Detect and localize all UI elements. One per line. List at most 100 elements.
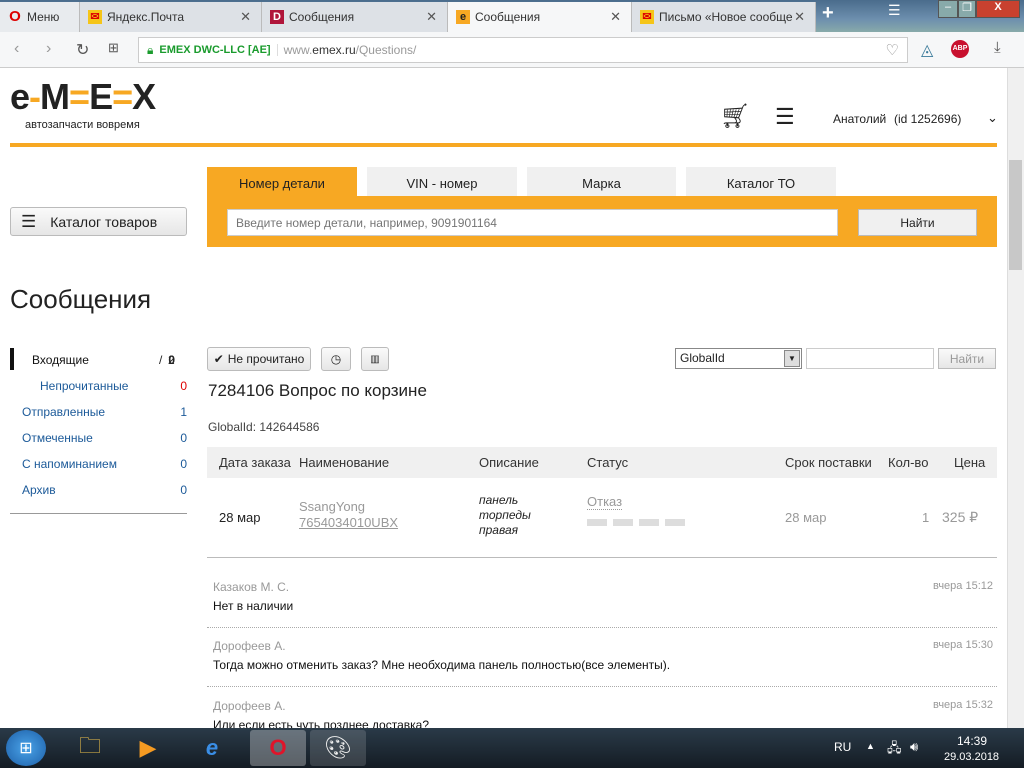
volume-icon[interactable]: 🔊︎ (910, 739, 918, 755)
tray-arrow-icon[interactable]: ▲ (866, 741, 875, 751)
tab-letter[interactable]: ✉ Письмо «Новое сообще ✕ (632, 2, 816, 32)
emex-icon: e (456, 10, 470, 24)
clock-time[interactable]: 14:39 (957, 734, 987, 748)
tab-brand[interactable]: Марка (527, 167, 676, 197)
sidebar-item-inbox[interactable]: Входящие (32, 353, 89, 367)
explorer-icon[interactable]: 🗀 (62, 730, 118, 766)
description-line: панель (479, 493, 519, 507)
search-panel: Найти (207, 196, 997, 247)
message-author: Дорофеев А. (213, 699, 286, 713)
start-button[interactable]: ⊞ (6, 730, 46, 766)
internet-explorer-icon[interactable]: e (184, 730, 240, 766)
part-brand: SsangYong (299, 499, 366, 514)
url-prefix: www. (283, 43, 313, 57)
button-label: Не прочитано (227, 352, 305, 366)
media-player-icon[interactable]: ▶ (120, 730, 176, 766)
close-tab-icon[interactable]: ✕ (426, 9, 437, 25)
close-tab-icon[interactable]: ✕ (794, 9, 805, 25)
network-icon[interactable]: 🖧︎ (887, 739, 902, 761)
language-indicator[interactable]: RU (834, 740, 851, 754)
tab-menu-icon[interactable]: ☰ (888, 2, 901, 19)
message-author: Дорофеев А. (213, 639, 286, 653)
close-tab-icon[interactable]: ✕ (240, 9, 251, 25)
opera-menu-button[interactable]: O Меню (0, 2, 80, 32)
lock-icon: 🔒︎ (147, 42, 154, 57)
sidebar-item-marked[interactable]: Отмеченные (22, 431, 93, 445)
filter-input[interactable] (806, 348, 934, 369)
emex-logo[interactable]: e-M=E=X (10, 79, 156, 115)
user-name[interactable]: Анатолий (833, 112, 886, 126)
tab-messages-active[interactable]: e Сообщения ✕ (448, 2, 632, 32)
tab-messages-1[interactable]: D Сообщения ✕ (262, 2, 448, 32)
catalog-button[interactable]: ☰ Каталог товаров (10, 207, 187, 236)
tab-vin[interactable]: VIN - номер (367, 167, 517, 197)
new-tab-button[interactable]: + (822, 2, 834, 25)
check-icon: ✔ (213, 352, 224, 366)
tab-part-number[interactable]: Номер детали (207, 167, 357, 197)
sidebar-item-unread[interactable]: Непрочитанные (40, 379, 128, 393)
col-description: Описание (479, 455, 539, 470)
sidebar-item-archive[interactable]: Архив (22, 483, 56, 497)
url-field[interactable]: 🔒︎ EMEX DWC-LLC [AE] www. emex.ru/Questio… (138, 37, 908, 63)
part-number-link[interactable]: 7654034010UBX (299, 515, 398, 530)
minimize-button[interactable]: – (938, 0, 958, 18)
adblock-icon[interactable]: ABP (951, 40, 969, 58)
unread-count: 0 (180, 379, 187, 393)
mark-unread-button[interactable]: ✔ Не прочитано (207, 347, 311, 371)
search-button[interactable]: Найти (858, 209, 977, 236)
opera-taskbar-icon[interactable]: O (250, 730, 306, 766)
heart-bookmark-icon[interactable]: ♡ (886, 41, 899, 59)
back-icon[interactable]: ‹ (14, 40, 19, 58)
tab-label: Яндекс.Почта (107, 10, 185, 24)
cart-icon[interactable]: 🛒︎ (720, 102, 750, 131)
message-author: Казаков М. С. (213, 580, 290, 594)
scrollbar-thumb[interactable] (1009, 160, 1022, 270)
logo-tagline: автозапчасти вовремя (25, 119, 140, 131)
chevron-down-icon[interactable]: ⌄ (987, 110, 998, 126)
checklist-icon[interactable]: ☰ (775, 104, 795, 130)
catalog-label: Каталог товаров (50, 213, 158, 230)
col-order-date: Дата заказа (219, 455, 291, 470)
speed-dial-icon[interactable]: ⊞ (108, 40, 119, 56)
sent-count: 1 (180, 405, 187, 419)
archive-icon: ▥ (370, 353, 380, 365)
d-site-icon: D (270, 10, 284, 24)
status-link[interactable]: Отказ (587, 494, 623, 510)
quantity: 1 (922, 510, 930, 525)
archive-button[interactable]: ▥ (361, 347, 389, 371)
reminder-button[interactable]: ◷ (321, 347, 351, 371)
message-text: Или если есть чуть позднее доставка? (213, 718, 429, 728)
sidebar-item-reminder[interactable]: С напоминанием (22, 457, 117, 471)
clock-icon: ◷ (330, 352, 342, 366)
folder-sidebar: Входящие 0 / 2 Непрочитанные 0 Отправлен… (10, 346, 187, 514)
tab-yandex-mail[interactable]: ✉ Яндекс.Почта ✕ (80, 2, 262, 32)
page-title: Сообщения (10, 284, 152, 314)
url-path: /Questions/ (355, 43, 417, 57)
price: 325 ₽ (942, 509, 979, 525)
maximize-button[interactable]: ❐ (958, 0, 976, 18)
url-domain: emex.ru (312, 43, 356, 57)
paint-icon[interactable]: 🎨︎ (310, 730, 366, 766)
active-indicator (10, 348, 14, 370)
vpn-extension-icon[interactable]: ◬ (921, 40, 933, 60)
forward-icon[interactable]: › (46, 40, 51, 58)
part-search-input[interactable] (227, 209, 838, 236)
reload-icon[interactable]: ↻ (76, 40, 89, 60)
dropdown-arrow-icon[interactable]: ▼ (784, 350, 800, 367)
page: e-M=E=X автозапчасти вовремя 🛒︎ ☰ Анатол… (0, 68, 1007, 728)
filter-find-button[interactable]: Найти (938, 348, 996, 369)
download-icon[interactable]: ⤓ (994, 39, 1001, 56)
yandex-mail-icon: ✉ (88, 10, 102, 24)
description-line: торпеды (479, 508, 531, 522)
sidebar-item-sent[interactable]: Отправленные (22, 405, 105, 419)
message-text: Тогда можно отменить заказ? Мне необходи… (213, 658, 671, 672)
close-tab-icon[interactable]: ✕ (610, 9, 621, 25)
global-id: GlobalId: 142644586 (208, 420, 320, 434)
tab-catalog-to[interactable]: Каталог ТО (686, 167, 836, 197)
filter-select[interactable]: GlobalId ▼ (675, 348, 802, 369)
tab-label: Письмо «Новое сообще (659, 10, 793, 24)
clock-date[interactable]: 29.03.2018 (944, 751, 999, 763)
yandex-mail-icon: ✉ (640, 10, 654, 24)
close-window-button[interactable]: X (976, 0, 1020, 18)
col-delivery: Срок поставки (785, 455, 872, 470)
